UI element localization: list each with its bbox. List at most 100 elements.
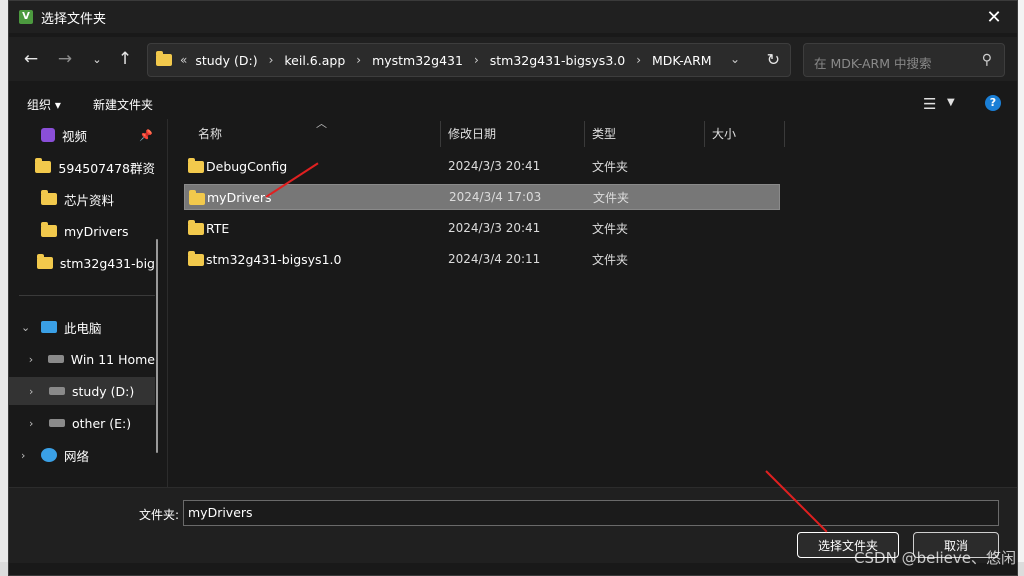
recent-locations-button[interactable]: ⌄	[85, 47, 109, 71]
breadcrumb-item[interactable]: MDK-ARM	[652, 53, 712, 68]
help-icon[interactable]: ?	[985, 95, 1001, 111]
folder-name-field[interactable]: myDrivers	[183, 500, 999, 526]
up-button[interactable]: ↑	[113, 47, 137, 71]
column-divider[interactable]	[784, 121, 785, 147]
chevron-right-icon[interactable]: ›	[29, 353, 43, 366]
navigation-bar: ← → ⌄ ↑ « study (D:) › keil.6.app › myst…	[9, 37, 1017, 81]
sidebar-item-this-pc[interactable]: ⌄ 此电脑	[9, 313, 155, 341]
file-type: 文件夹	[592, 221, 629, 236]
file-type: 文件夹	[593, 190, 630, 205]
sidebar-item-video[interactable]: 视频 📌	[9, 121, 155, 149]
sidebar-item-label: 此电脑	[64, 320, 102, 336]
breadcrumb-overflow[interactable]: «	[180, 53, 187, 67]
command-bar: 组织 ▾ 新建文件夹 ☰ ▼ ?	[9, 87, 1017, 119]
sidebar-item-study-drive[interactable]: › study (D:)	[9, 377, 155, 405]
file-name: stm32g431-bigsys1.0	[206, 251, 342, 267]
sidebar-item-label: 网络	[64, 448, 90, 464]
sidebar-item-label: 594507478群资	[58, 160, 155, 176]
chevron-right-icon[interactable]: ›	[356, 53, 361, 67]
file-row-selected[interactable]: myDrivers 2024/3/4 17:03 文件夹	[184, 184, 780, 210]
chevron-right-icon[interactable]: ›	[29, 417, 43, 430]
column-divider[interactable]	[440, 121, 441, 147]
sidebar-item-label: other (E:)	[72, 415, 132, 431]
chevron-right-icon[interactable]: ›	[21, 449, 35, 462]
drive-icon	[48, 355, 64, 363]
video-icon	[41, 128, 55, 142]
file-row[interactable]: DebugConfig 2024/3/3 20:41 文件夹	[184, 153, 780, 179]
breadcrumb-item[interactable]: mystm32g431	[372, 53, 463, 68]
sidebar-item-group-files[interactable]: 594507478群资	[9, 153, 155, 181]
refresh-icon[interactable]: ↻	[767, 50, 780, 69]
search-input[interactable]: 在 MDK-ARM 中搜索	[814, 53, 932, 72]
folder-picker-dialog: V 选择文件夹 ✕ ← → ⌄ ↑ « study (D:) › keil.6.…	[8, 0, 1018, 576]
folder-icon	[188, 251, 204, 266]
column-header-size[interactable]: 大小	[712, 119, 736, 147]
folder-icon	[41, 190, 57, 205]
sidebar-item-network[interactable]: › 网络	[9, 441, 155, 469]
sidebar-item-stm32g431-big[interactable]: stm32g431-big	[9, 249, 155, 277]
column-header-name[interactable]: 名称	[198, 119, 222, 147]
app-icon: V	[19, 10, 33, 24]
breadcrumb-item[interactable]: keil.6.app	[284, 53, 345, 68]
chevron-down-icon[interactable]: ▼	[947, 97, 955, 108]
sidebar-item-win11[interactable]: › Win 11 Home	[9, 345, 155, 373]
drive-icon	[49, 387, 65, 395]
sidebar-item-other-drive[interactable]: › other (E:)	[9, 409, 155, 437]
file-name: RTE	[206, 220, 230, 236]
new-folder-button[interactable]: 新建文件夹	[93, 96, 153, 113]
column-divider[interactable]	[704, 121, 705, 147]
chevron-down-icon: ⌄	[92, 52, 102, 66]
folder-field-label: 文件夹:	[139, 508, 180, 522]
folder-icon	[36, 254, 53, 269]
column-divider[interactable]	[584, 121, 585, 147]
organize-menu[interactable]: 组织 ▾	[27, 96, 61, 113]
column-header-date[interactable]: 修改日期	[448, 119, 496, 147]
file-row[interactable]: RTE 2024/3/3 20:41 文件夹	[184, 215, 780, 241]
address-bar[interactable]: « study (D:) › keil.6.app › mystm32g431 …	[147, 43, 791, 77]
search-icon[interactable]: ⚲	[982, 52, 992, 68]
file-list: ︿ 名称 修改日期 类型 大小 DebugConfig 2024/3/3 20:…	[167, 117, 1017, 487]
column-header-type[interactable]: 类型	[592, 119, 616, 147]
search-box[interactable]: 在 MDK-ARM 中搜索 ⚲	[803, 43, 1005, 77]
sidebar-scrollbar[interactable]	[156, 239, 158, 453]
file-type: 文件夹	[592, 252, 629, 267]
sidebar-item-label: myDrivers	[64, 223, 129, 239]
network-icon	[41, 448, 57, 462]
chevron-right-icon[interactable]: ›	[29, 385, 43, 398]
sidebar-item-mydrivers[interactable]: myDrivers	[9, 217, 155, 245]
close-icon: ✕	[986, 6, 1002, 28]
background-strip	[0, 0, 8, 576]
view-options-icon[interactable]: ☰	[923, 95, 936, 113]
folder-icon	[189, 190, 205, 205]
arrow-left-icon: ←	[23, 49, 39, 69]
forward-button[interactable]: →	[53, 47, 77, 71]
chevron-right-icon[interactable]: ›	[474, 53, 479, 67]
file-row[interactable]: stm32g431-bigsys1.0 2024/3/4 20:11 文件夹	[184, 246, 780, 272]
navigation-pane: 视频 📌 594507478群资 芯片资料 myDrivers stm32g43…	[9, 119, 167, 487]
file-date: 2024/3/3 20:41	[448, 221, 541, 235]
breadcrumb-item[interactable]: stm32g431-bigsys3.0	[490, 53, 625, 68]
window-title: 选择文件夹	[41, 11, 107, 27]
watermark: CSDN @believe、悠闲	[854, 549, 1016, 567]
breadcrumb-item[interactable]: study (D:)	[195, 53, 257, 68]
sidebar-item-label: 视频	[62, 128, 88, 144]
folder-icon	[188, 158, 204, 173]
chevron-right-icon[interactable]: ›	[269, 53, 274, 67]
file-date: 2024/3/4 17:03	[449, 190, 542, 204]
sidebar-item-chip-docs[interactable]: 芯片资料	[9, 185, 155, 213]
arrow-right-icon: →	[57, 49, 73, 69]
pin-icon[interactable]: 📌	[139, 129, 153, 142]
folder-icon	[35, 158, 52, 173]
sort-ascending-icon: ︿	[316, 117, 327, 130]
chevron-right-icon[interactable]: ›	[636, 53, 641, 67]
file-date: 2024/3/3 20:41	[448, 159, 541, 173]
file-type: 文件夹	[592, 159, 629, 174]
chevron-down-icon[interactable]: ⌄	[21, 321, 35, 334]
title-bar: V 选择文件夹 ✕	[9, 1, 1017, 33]
back-button[interactable]: ←	[19, 47, 43, 71]
address-dropdown-icon[interactable]: ⌄	[730, 52, 740, 66]
file-name: myDrivers	[207, 189, 272, 205]
close-button[interactable]: ✕	[971, 1, 1017, 33]
folder-icon	[156, 51, 172, 66]
file-name: DebugConfig	[206, 158, 288, 174]
